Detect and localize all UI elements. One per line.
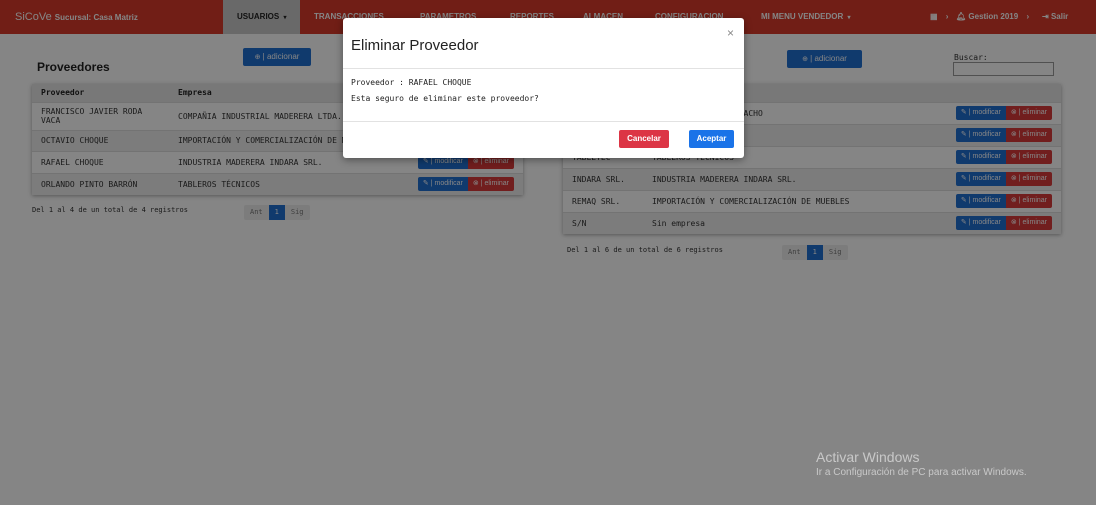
- cancel-button[interactable]: Cancelar: [619, 130, 669, 148]
- close-icon[interactable]: ×: [727, 26, 734, 40]
- watermark-subtitle: Ir a Configuración de PC para activar Wi…: [816, 467, 1027, 478]
- modal-divider: [343, 68, 744, 69]
- modal-proveedor-line: Proveedor : RAFAEL CHOQUE: [351, 78, 472, 87]
- delete-proveedor-modal: Eliminar Proveedor × Proveedor : RAFAEL …: [343, 18, 744, 158]
- modal-confirm-question: Esta seguro de eliminar este proveedor?: [351, 94, 539, 103]
- windows-activation-watermark: Activar Windows Ir a Configuración de PC…: [816, 449, 1027, 478]
- watermark-title: Activar Windows: [816, 449, 920, 465]
- accept-button[interactable]: Aceptar: [689, 130, 734, 148]
- modal-divider: [343, 121, 744, 122]
- modal-title: Eliminar Proveedor: [351, 37, 479, 54]
